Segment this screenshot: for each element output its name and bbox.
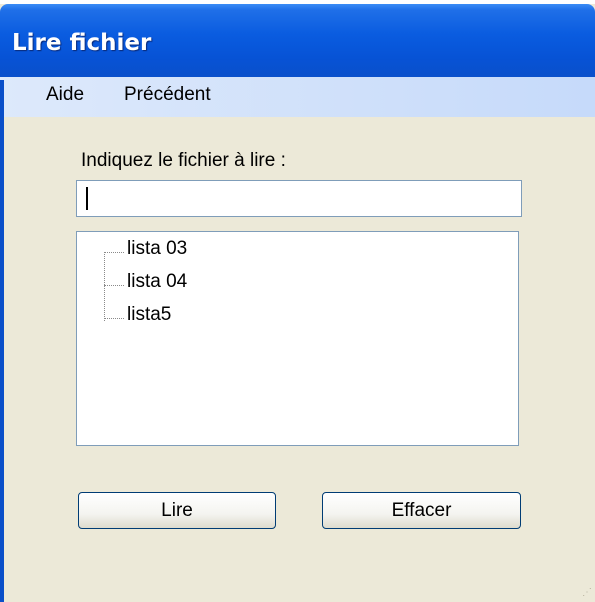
title-bar[interactable]: Lire fichier [0, 4, 595, 80]
menu-item-aide[interactable]: Aide [44, 84, 86, 106]
tree-item[interactable]: lista5 [104, 303, 404, 333]
clear-button[interactable]: Effacer [322, 492, 521, 529]
file-prompt-label: Indiquez le fichier à lire : [81, 150, 286, 171]
tree-item[interactable]: lista 04 [104, 270, 404, 300]
file-tree-view[interactable]: lista 03 lista 04 lista5 [76, 231, 519, 446]
window-title: Lire fichier [12, 30, 152, 56]
menu-item-precedent[interactable]: Précédent [122, 84, 213, 106]
read-button[interactable]: Lire [78, 492, 276, 529]
text-caret [86, 187, 88, 210]
tree-item-label: lista5 [127, 304, 172, 325]
tree-item[interactable]: lista 03 [104, 237, 404, 267]
resize-grip-icon[interactable]: ⋰ [582, 587, 592, 598]
dialog-window: Lire fichier Aide Précédent Indiquez le … [0, 4, 595, 602]
tree-branch-line [104, 252, 124, 253]
window-frame-left [0, 80, 4, 602]
tree-item-label: lista 04 [127, 271, 188, 292]
tree-branch-line [104, 285, 124, 286]
tree-branch-line [104, 318, 124, 319]
menu-bar [0, 77, 595, 117]
file-name-input[interactable] [76, 180, 522, 217]
tree-item-label: lista 03 [127, 238, 188, 259]
